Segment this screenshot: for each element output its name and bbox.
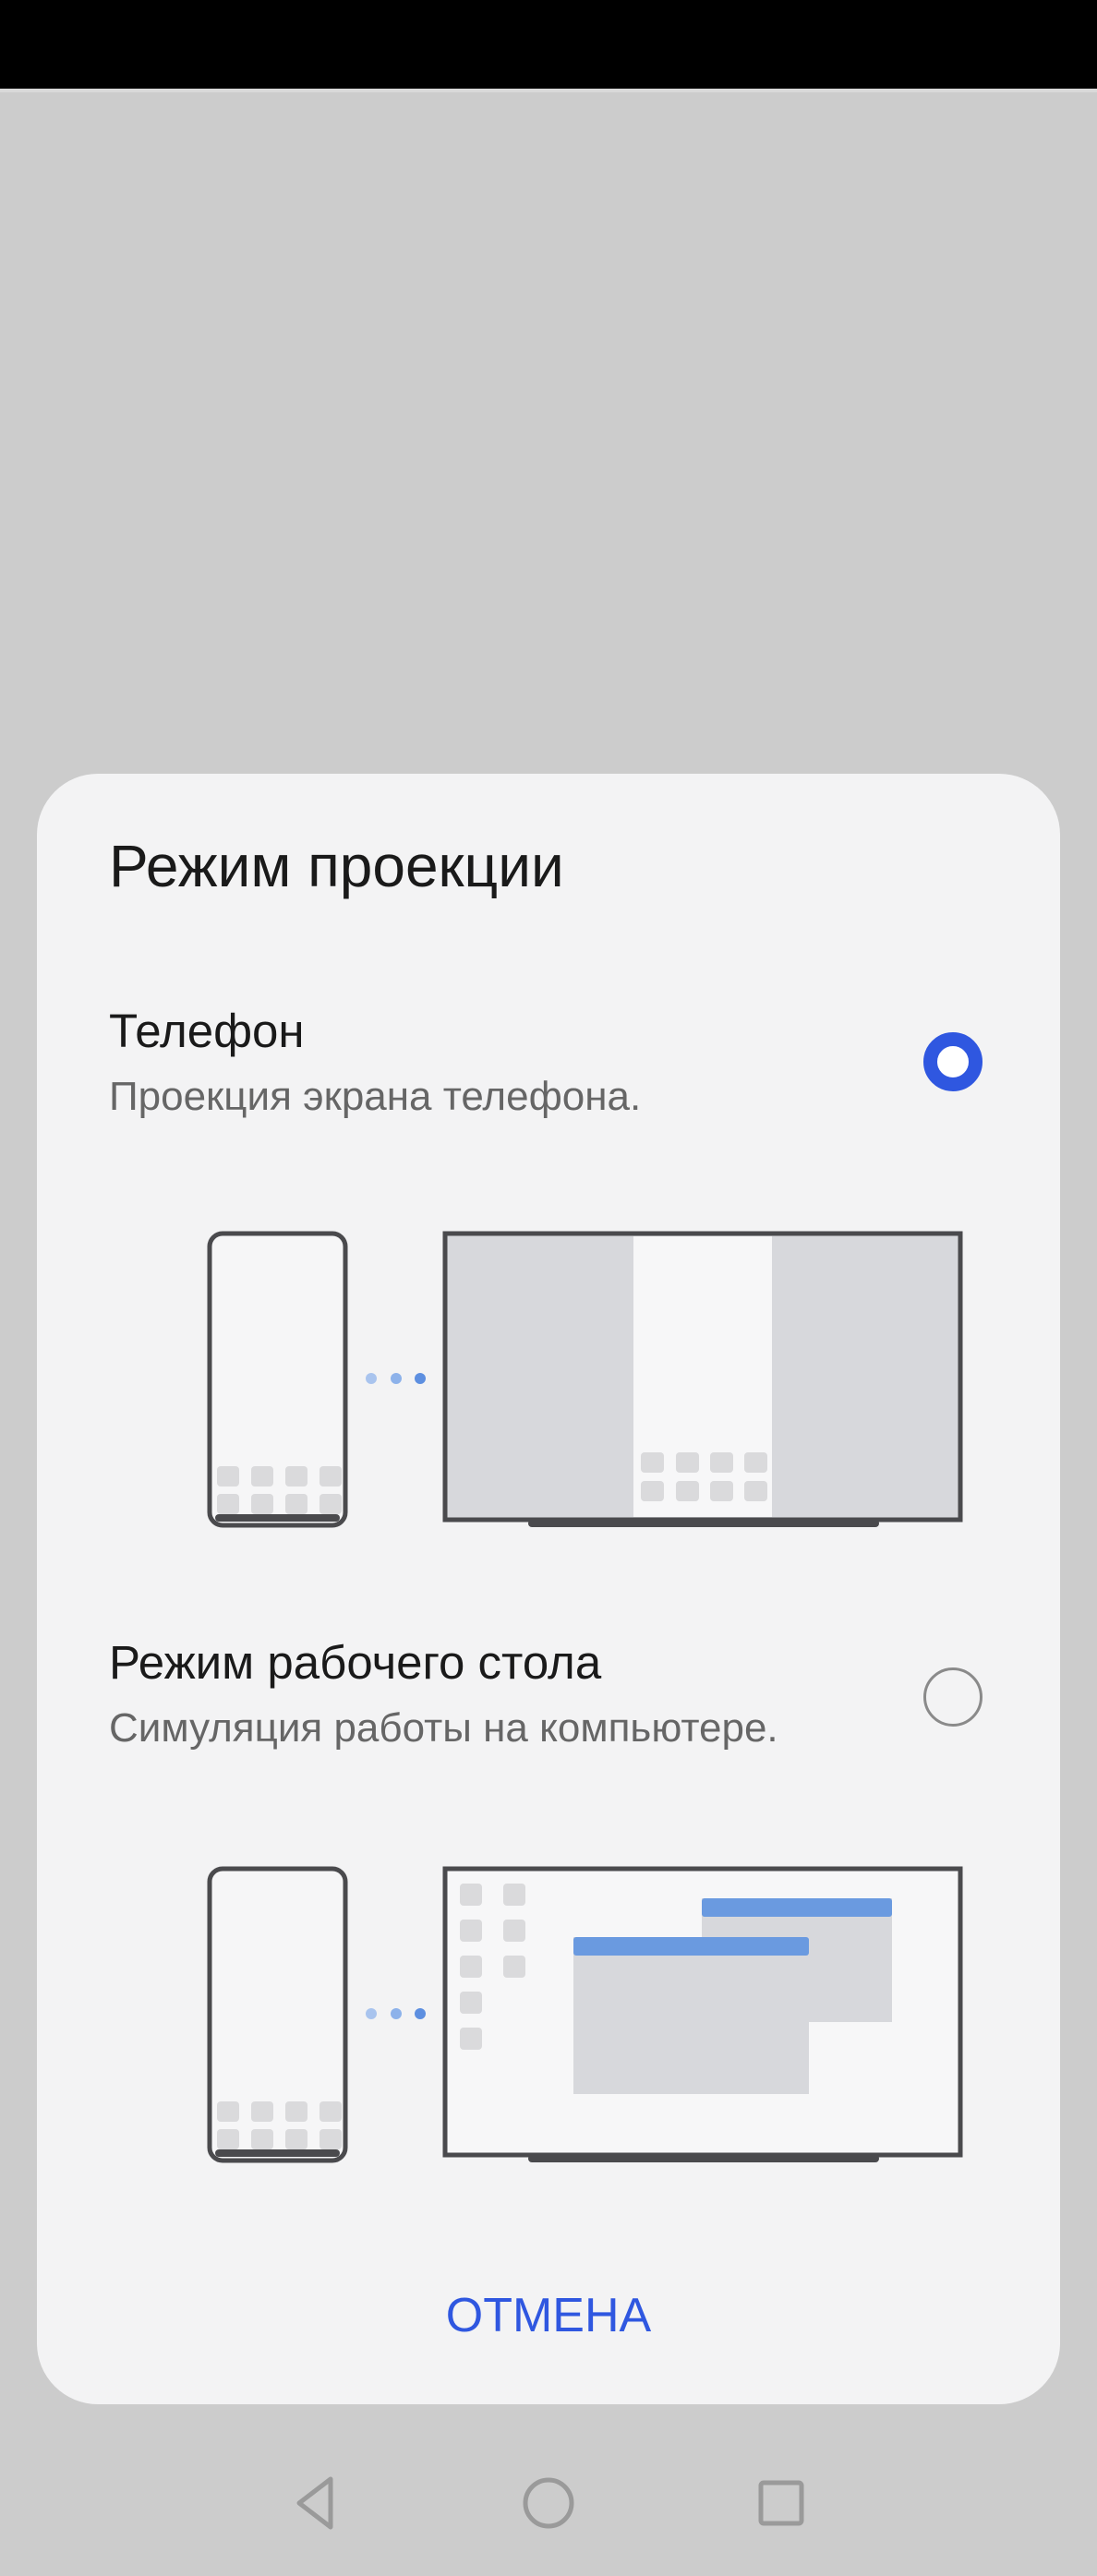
- recents-icon: [758, 2480, 804, 2526]
- phone-mirror-illustration: [166, 1226, 970, 1531]
- option-phone-subtitle: Проекция экрана телефона.: [109, 1074, 642, 1119]
- dialog-title: Режим проекции: [109, 833, 564, 899]
- navigation-bar: [0, 2438, 1097, 2576]
- status-divider: [0, 89, 1097, 92]
- status-bar: [0, 0, 1097, 89]
- radio-desktop-mode[interactable]: [923, 1667, 982, 1727]
- cancel-button[interactable]: ОТМЕНА: [364, 2269, 733, 2362]
- option-phone-title: Телефон: [109, 1005, 305, 1057]
- option-desktop-title: Режим рабочего стола: [109, 1636, 602, 1689]
- home-button[interactable]: [516, 2471, 581, 2535]
- radio-phone[interactable]: [923, 1032, 982, 1091]
- recents-button[interactable]: [749, 2471, 814, 2535]
- desktop-mode-illustration: [166, 1861, 970, 2166]
- option-phone[interactable]: Телефон Проекция экрана телефона.: [37, 1003, 1060, 1187]
- back-icon: [296, 2476, 333, 2530]
- option-desktop-mode[interactable]: Режим рабочего стола Симуляция работы на…: [37, 1634, 1060, 1819]
- home-icon: [523, 2477, 574, 2529]
- back-button[interactable]: [283, 2471, 347, 2535]
- projection-mode-dialog: Режим проекции Телефон Проекция экрана т…: [37, 774, 1060, 2404]
- option-desktop-subtitle: Симуляция работы на компьютере.: [109, 1705, 778, 1751]
